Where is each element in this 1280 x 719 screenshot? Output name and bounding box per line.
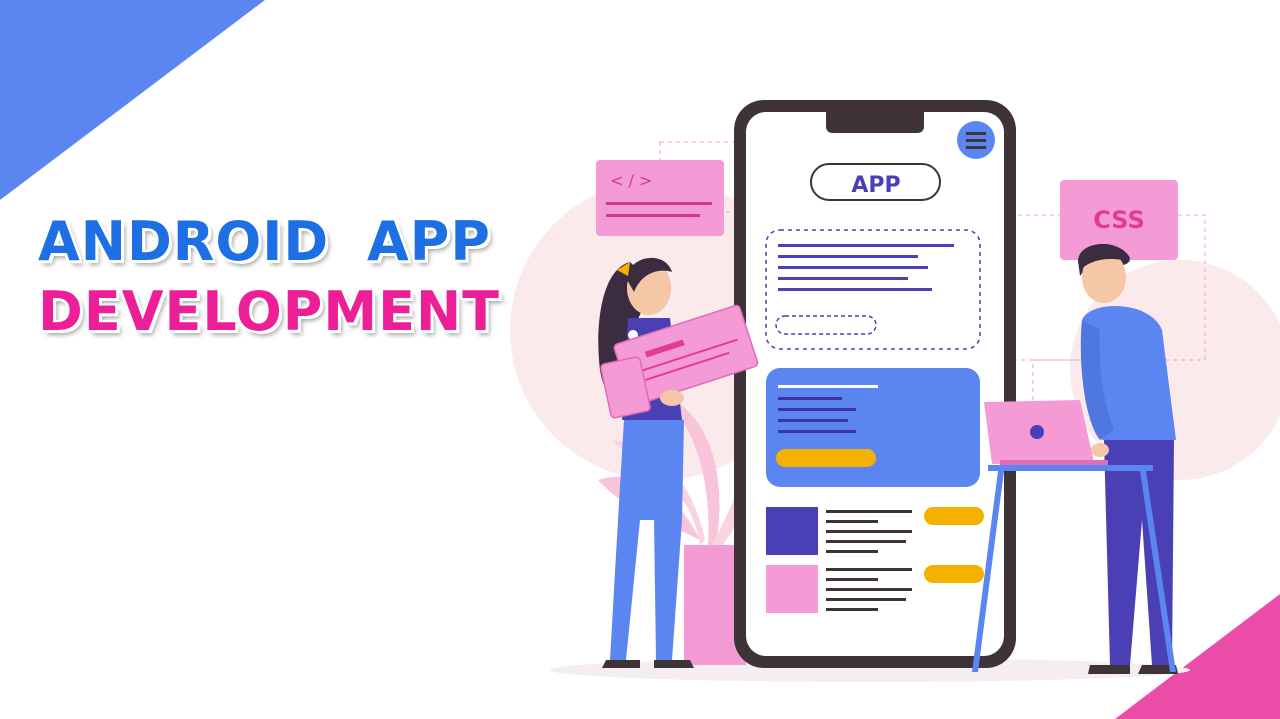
code-card: < / > [596, 141, 741, 236]
app-header-label: APP [851, 173, 900, 198]
list-item-button[interactable] [924, 507, 984, 525]
list-item-thumbnail [766, 507, 818, 555]
phone-mockup: APP [734, 100, 1016, 668]
list-item-thumbnail [766, 565, 818, 613]
feature-card-button[interactable] [776, 449, 876, 467]
desk-top [988, 465, 1153, 471]
illustration: < / > CSS APP [510, 100, 1280, 682]
phone-notch [826, 108, 924, 133]
code-brackets-label: < / > [610, 171, 652, 190]
css-label: CSS [1093, 206, 1145, 234]
list-item-button[interactable] [924, 565, 984, 583]
